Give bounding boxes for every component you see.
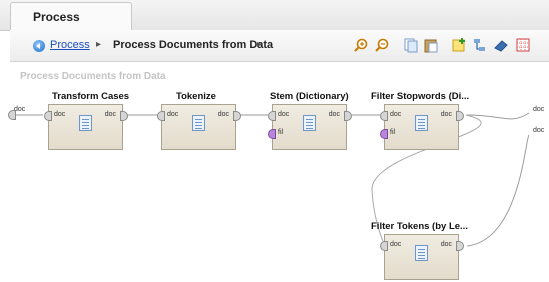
back-arrow-icon[interactable] (33, 40, 45, 52)
file-port-label: fil (278, 129, 284, 136)
input-port-label: doc (167, 111, 179, 118)
operator-title: Tokenize (176, 91, 216, 102)
process-input-port[interactable] (8, 110, 16, 120)
output-port-label: doc (104, 111, 116, 118)
copy-icon[interactable] (403, 37, 419, 53)
operator-filter-stopwords[interactable]: doc fil doc (380, 104, 464, 150)
tab-process[interactable]: Process (10, 2, 132, 30)
breadcrumb-separator: ▸ (96, 39, 102, 50)
file-input-port[interactable] (268, 129, 276, 139)
breadcrumb-root-link[interactable]: Process (50, 39, 90, 51)
input-port[interactable] (157, 111, 165, 121)
input-port-label: doc (278, 111, 290, 118)
input-port[interactable] (268, 111, 276, 121)
tab-label: Process (33, 10, 80, 24)
document-icon (303, 115, 316, 131)
document-icon (192, 115, 205, 131)
operator-transform-cases[interactable]: doc doc (44, 104, 128, 150)
output-port-label: doc (440, 241, 452, 248)
canvas-title: Process Documents from Data (20, 71, 166, 82)
file-port-label: fil (390, 129, 396, 136)
input-port-label: doc (390, 241, 402, 248)
input-port-label: doc (390, 111, 402, 118)
process-output-port-label: doc (533, 106, 545, 113)
input-port[interactable] (380, 111, 388, 121)
input-port[interactable] (380, 241, 388, 251)
arrange-icon[interactable] (472, 37, 488, 53)
tab-bar: Process (0, 0, 549, 31)
document-icon (415, 115, 428, 131)
breadcrumb-separator[interactable]: ▸ (257, 39, 262, 50)
zoom-in-icon[interactable] (353, 37, 369, 53)
operator-filter-tokens[interactable]: doc doc (380, 234, 464, 280)
file-input-port[interactable] (380, 129, 388, 139)
process-toolbar: Process ▸ Process Documents from Data ▸ (10, 30, 549, 62)
input-port-label: doc (54, 111, 66, 118)
output-port-label: doc (217, 111, 229, 118)
operator-title: Transform Cases (52, 91, 130, 102)
output-port-label: doc (328, 111, 340, 118)
breadcrumb-current: Process Documents from Data (113, 39, 274, 51)
operator-tokenize[interactable]: doc doc (157, 104, 241, 150)
zoom-out-icon[interactable] (374, 37, 390, 53)
operator-stem-dictionary[interactable]: doc fil doc (268, 104, 352, 150)
output-port-label: doc (440, 111, 452, 118)
paste-icon[interactable] (423, 37, 439, 53)
operator-title: Stem (Dictionary) (270, 91, 349, 102)
operator-title: Filter Tokens (by Le... (371, 221, 468, 232)
process-output-port-label: doc (533, 127, 545, 134)
input-port[interactable] (44, 111, 52, 121)
grid-icon[interactable] (515, 37, 531, 53)
document-icon (79, 115, 92, 131)
eraser-icon[interactable] (493, 37, 509, 53)
add-note-icon[interactable] (451, 37, 467, 53)
document-icon (415, 245, 428, 261)
operator-title: Filter Stopwords (Di... (371, 91, 470, 102)
